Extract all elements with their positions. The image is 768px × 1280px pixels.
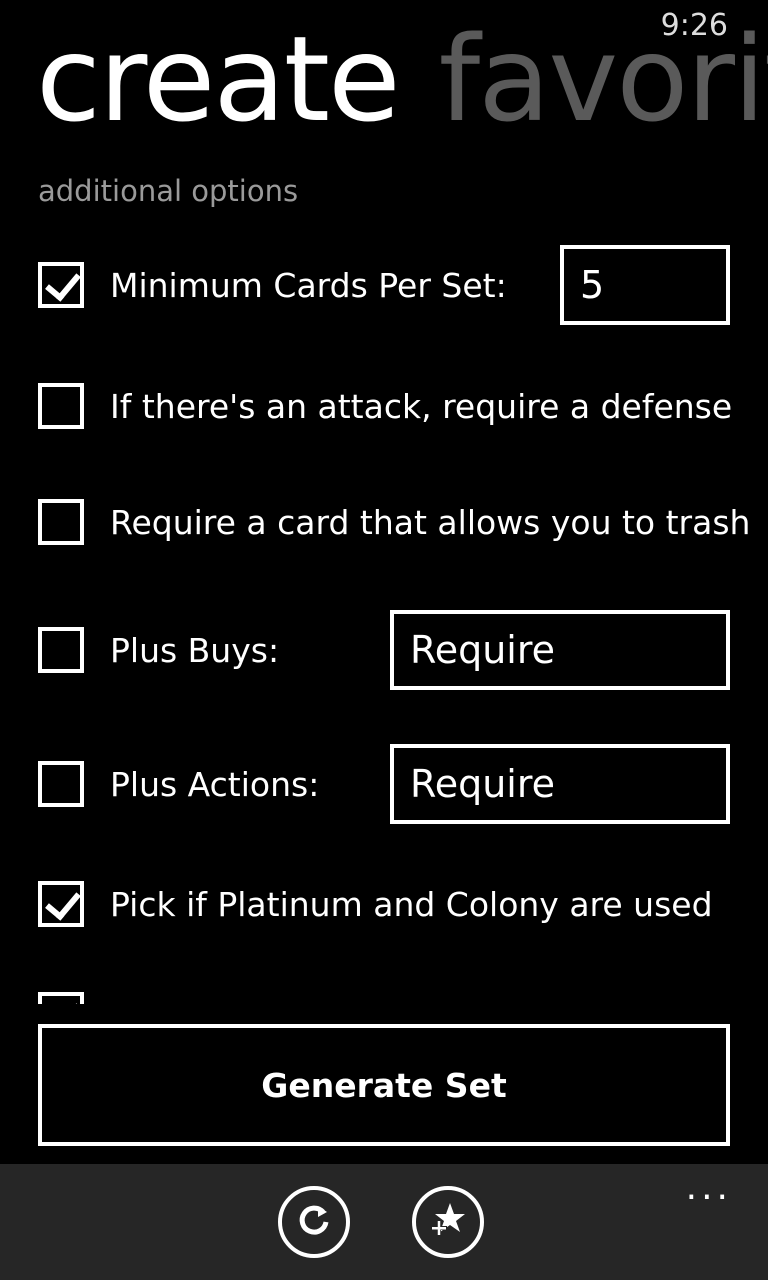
attack-defense-label: If there's an attack, require a defense — [110, 386, 733, 426]
option-plus-buys-row: Plus Buys: Require — [38, 608, 730, 692]
plus-actions-label: Plus Actions: — [110, 764, 320, 804]
refresh-button[interactable] — [278, 1186, 350, 1258]
refresh-icon — [294, 1200, 334, 1244]
trash-label: Require a card that allows you to trash — [110, 502, 751, 542]
add-favorite-icon — [427, 1199, 469, 1245]
pivot-item-create[interactable]: create — [36, 20, 401, 138]
plus-actions-select[interactable]: Require — [390, 744, 730, 824]
option-attack-defense-row: If there's an attack, require a defense — [38, 364, 733, 448]
option-plus-actions-row: Plus Actions: Require — [38, 742, 730, 826]
clipped-checkbox[interactable] — [38, 992, 84, 1004]
more-options-button[interactable]: ... — [686, 1170, 732, 1206]
option-trash-row: Require a card that allows you to trash — [38, 480, 750, 564]
option-min-cards-row: Minimum Cards Per Set: 5 — [38, 243, 730, 327]
plus-buys-select[interactable]: Require — [390, 610, 730, 690]
platinum-colony-label: Pick if Platinum and Colony are used — [110, 884, 713, 924]
attack-defense-checkbox[interactable] — [38, 383, 84, 429]
plus-actions-checkbox[interactable] — [38, 761, 84, 807]
section-label: additional options — [38, 174, 299, 208]
app-bar: ... — [0, 1164, 768, 1280]
trash-checkbox[interactable] — [38, 499, 84, 545]
add-favorite-button[interactable] — [412, 1186, 484, 1258]
plus-buys-label: Plus Buys: — [110, 630, 280, 670]
option-platinum-colony-row: Pick if Platinum and Colony are used — [38, 862, 730, 946]
plus-buys-checkbox[interactable] — [38, 627, 84, 673]
generate-set-button[interactable]: Generate Set — [38, 1024, 730, 1146]
pivot-item-favorites[interactable]: favorites — [439, 20, 768, 138]
min-cards-input[interactable]: 5 — [560, 245, 730, 325]
platinum-colony-checkbox[interactable] — [38, 881, 84, 927]
pivot-header: create favorites — [36, 20, 768, 138]
clipped-checkbox-row — [38, 992, 90, 1004]
min-cards-checkbox[interactable] — [38, 262, 84, 308]
min-cards-label: Minimum Cards Per Set: — [110, 265, 507, 305]
